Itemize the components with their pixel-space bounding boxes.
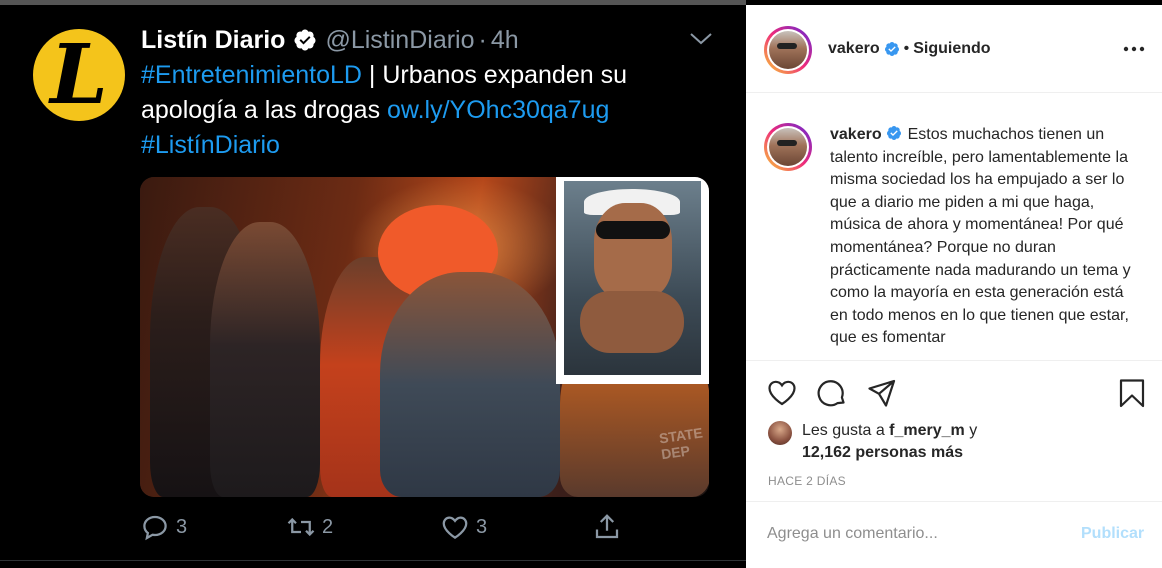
- tweet-bottom-divider: [0, 560, 746, 561]
- tweet-header: Listín Diario @ListinDiario · 4h: [141, 24, 519, 56]
- photo-inset-frame: [556, 177, 709, 384]
- avatar-logo-letter: L: [50, 29, 108, 121]
- caption-text-block: vakero Estos muchachos tienen un talento…: [830, 124, 1142, 350]
- top-divider: [0, 0, 746, 5]
- verified-badge-icon: [886, 126, 901, 140]
- liked-by-prefix: Les gusta a: [802, 422, 890, 439]
- hashtag-listindiario-link[interactable]: #ListínDiario: [141, 131, 280, 159]
- others-liked-count: 12,162 personas más: [802, 444, 963, 461]
- inset-sunglasses: [596, 221, 670, 239]
- tweet-text: #EntretenimientoLD | Urbanos expanden su…: [141, 58, 721, 163]
- more-options-icon[interactable]: [1122, 43, 1146, 55]
- shortened-url-link[interactable]: ow.ly/YOhc30qa7ug: [387, 96, 609, 124]
- following-button[interactable]: Siguiendo: [913, 40, 990, 58]
- inset-face: [594, 203, 672, 299]
- caption-author-username[interactable]: vakero: [830, 126, 882, 143]
- caption-text: Estos muchachos tienen un talento increí…: [830, 126, 1131, 347]
- caption-comment: vakero Estos muchachos tienen un talento…: [746, 94, 1162, 359]
- hashtag-entretenimiento-link[interactable]: #EntretenimientoLD: [141, 61, 362, 89]
- comment-box-divider: [746, 501, 1162, 502]
- post-author-row: vakero • Siguiendo: [828, 40, 991, 58]
- header-bullet: •: [903, 40, 910, 57]
- post-author-avatar[interactable]: [764, 26, 812, 74]
- tweet-actions: 3 2 3: [140, 510, 740, 544]
- reply-count: 3: [176, 515, 188, 538]
- verified-badge-icon: [884, 42, 899, 56]
- retweet-count: 2: [322, 515, 334, 538]
- header-separator: ·: [478, 25, 487, 54]
- avatar-photo: [769, 31, 807, 69]
- heart-icon[interactable]: [766, 377, 798, 409]
- share-button[interactable]: [592, 510, 628, 544]
- add-comment-input[interactable]: Agrega un comentario...: [767, 525, 1047, 543]
- liker-avatar[interactable]: [768, 421, 792, 445]
- like-count: 3: [476, 515, 488, 538]
- post-header: vakero • Siguiendo: [746, 5, 1162, 93]
- photo-figure-smoking: [380, 272, 560, 497]
- publish-comment-button[interactable]: Publicar: [1081, 525, 1144, 543]
- others-liked-link[interactable]: 12,162 personas más: [802, 444, 963, 462]
- inset-portrait: [564, 181, 701, 375]
- comment-icon[interactable]: [816, 377, 848, 409]
- share-icon: [595, 514, 619, 539]
- instagram-post-panel: vakero • Siguiendo vakero Estos muchacho…: [746, 5, 1162, 568]
- liked-by-suffix: y: [964, 422, 978, 439]
- retweet-button[interactable]: 2: [286, 510, 333, 544]
- tweet-photo[interactable]: STATE DEP: [140, 177, 709, 497]
- author-name[interactable]: Listín Diario: [141, 26, 285, 55]
- send-icon[interactable]: [866, 377, 898, 409]
- post-timestamp[interactable]: HACE 2 DÍAS: [768, 474, 846, 488]
- post-author-username[interactable]: vakero: [828, 40, 880, 58]
- chevron-down-icon[interactable]: [689, 29, 713, 49]
- tweet-timestamp[interactable]: 4h: [491, 26, 519, 55]
- liked-by-line: Les gusta a f_mery_m y: [802, 422, 977, 440]
- author-handle[interactable]: @ListinDiario: [325, 26, 474, 55]
- tweet-card: L Listín Diario @ListinDiario · 4h #Entr…: [0, 0, 746, 568]
- bookmark-icon[interactable]: [1116, 377, 1148, 409]
- caption-author-avatar[interactable]: [764, 123, 812, 171]
- liked-by-username[interactable]: f_mery_m: [889, 422, 965, 439]
- photo-background-lettering: STATE DEP: [658, 424, 704, 463]
- inset-hands: [580, 291, 684, 353]
- reply-icon: [143, 515, 167, 541]
- avatar-photo: [769, 128, 807, 166]
- like-button[interactable]: 3: [440, 510, 487, 544]
- photo-figure-center-left: [210, 222, 320, 497]
- retweet-icon: [287, 517, 315, 537]
- verified-badge-icon: [294, 29, 316, 51]
- reply-button[interactable]: 3: [140, 510, 187, 544]
- author-avatar[interactable]: L: [33, 29, 125, 121]
- actions-divider: [746, 360, 1162, 361]
- like-icon: [442, 516, 468, 539]
